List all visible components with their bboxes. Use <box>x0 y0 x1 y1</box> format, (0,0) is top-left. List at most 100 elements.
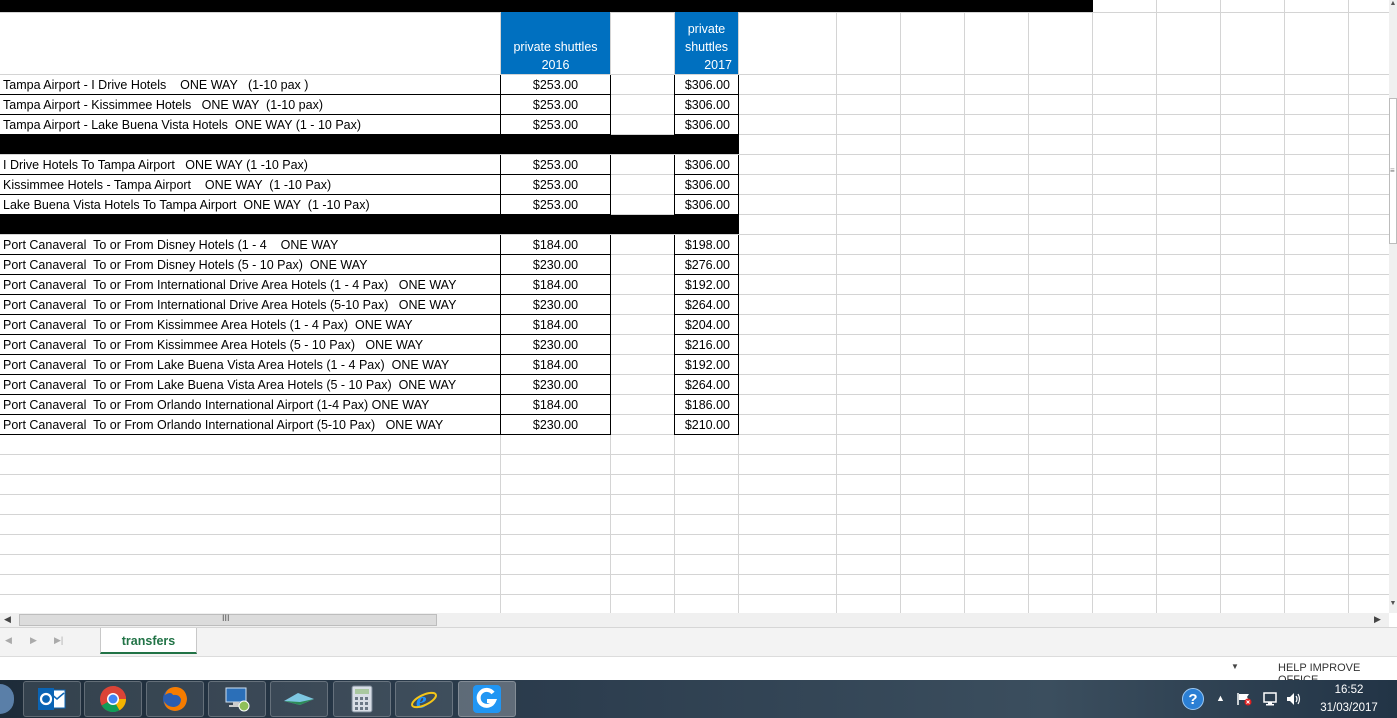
price-2017-cell[interactable]: $264.00 <box>674 295 739 315</box>
scroll-left-arrow-icon[interactable]: ◀ <box>4 614 11 625</box>
outlook-icon <box>38 688 66 710</box>
table-row: Port Canaveral To or From Orlando Intern… <box>0 395 739 415</box>
route-cell[interactable]: Tampa Airport - I Drive Hotels ONE WAY (… <box>0 75 503 95</box>
price-2016-cell[interactable]: $184.00 <box>500 395 611 415</box>
route-cell[interactable]: Port Canaveral To or From Lake Buena Vis… <box>0 355 503 375</box>
price-2017-value: $192.00 <box>684 358 730 372</box>
next-sheet-arrow-icon[interactable]: ▶ <box>30 635 37 646</box>
price-2017-cell[interactable]: $192.00 <box>674 355 739 375</box>
network-pc-icon <box>225 687 250 712</box>
table-row: Tampa Airport - Lake Buena Vista Hotels … <box>0 115 739 135</box>
route-cell[interactable]: I Drive Hotels To Tampa Airport ONE WAY … <box>0 155 503 175</box>
row-gridline <box>0 594 1389 595</box>
route-cell[interactable]: Port Canaveral To or From International … <box>0 275 503 295</box>
col-gridline <box>1348 0 1349 613</box>
route-cell[interactable]: Port Canaveral To or From Orlando Intern… <box>0 395 503 415</box>
price-2017-cell[interactable]: $264.00 <box>674 375 739 395</box>
taskbar-g-app[interactable] <box>458 681 516 717</box>
price-2016-cell[interactable]: $253.00 <box>500 175 611 195</box>
price-2017-cell[interactable]: $204.00 <box>674 315 739 335</box>
g-app-icon <box>473 685 501 713</box>
price-2016-cell[interactable]: $253.00 <box>500 95 611 115</box>
route-cell[interactable]: Port Canaveral To or From Kissimmee Area… <box>0 315 503 335</box>
scroll-right-arrow-icon[interactable]: ▶ <box>1374 614 1381 625</box>
route-cell[interactable]: Port Canaveral To or From Disney Hotels … <box>0 235 503 255</box>
first-sheet-arrow-icon[interactable]: ◀ <box>5 635 12 646</box>
table-row: Lake Buena Vista Hotels To Tampa Airport… <box>0 195 739 215</box>
route-cell[interactable]: Tampa Airport - Lake Buena Vista Hotels … <box>0 115 503 135</box>
price-2016-cell[interactable]: $253.00 <box>500 75 611 95</box>
header-2017-line-1: private <box>687 22 726 36</box>
price-2017-value: $216.00 <box>684 338 730 352</box>
scroll-down-arrow-icon[interactable]: ▼ <box>1389 600 1397 610</box>
price-2017-cell[interactable]: $210.00 <box>674 415 739 435</box>
price-2016-cell[interactable]: $253.00 <box>500 195 611 215</box>
route-cell[interactable]: Port Canaveral To or From Disney Hotels … <box>0 255 503 275</box>
header-2016-line-2: 2016 <box>541 58 570 72</box>
scroll-up-arrow-icon[interactable]: ▲ <box>1389 0 1397 10</box>
status-dropdown-icon[interactable]: ▼ <box>1231 662 1239 671</box>
price-2017-cell[interactable]: $186.00 <box>674 395 739 415</box>
price-2016-cell[interactable]: $230.00 <box>500 375 611 395</box>
route-cell[interactable]: Lake Buena Vista Hotels To Tampa Airport… <box>0 195 503 215</box>
route-cell[interactable]: Port Canaveral To or From Lake Buena Vis… <box>0 375 503 395</box>
price-2017-cell[interactable]: $198.00 <box>674 235 739 255</box>
action-center-flag-icon[interactable] <box>1236 692 1252 706</box>
taskbar-network-computer[interactable] <box>208 681 266 717</box>
route-cell[interactable]: Port Canaveral To or From Kissimmee Area… <box>0 335 503 355</box>
help-question-icon[interactable]: ? <box>1182 688 1204 710</box>
header-private-shuttles-2016[interactable]: private shuttles 2016 <box>501 12 610 74</box>
taskbar-outlook[interactable] <box>23 681 81 717</box>
taskbar-firefox[interactable] <box>146 681 204 717</box>
price-2016-cell[interactable]: $253.00 <box>500 115 611 135</box>
price-2017-cell[interactable]: $306.00 <box>674 195 739 215</box>
price-2016-cell[interactable]: $230.00 <box>500 255 611 275</box>
price-2017-cell[interactable]: $216.00 <box>674 335 739 355</box>
price-2017-cell[interactable]: $276.00 <box>674 255 739 275</box>
table-row: Port Canaveral To or From Kissimmee Area… <box>0 315 739 335</box>
route-cell[interactable]: Kissimmee Hotels - Tampa Airport ONE WAY… <box>0 175 503 195</box>
price-2016-cell[interactable]: $230.00 <box>500 295 611 315</box>
taskbar-internet-explorer[interactable]: e <box>395 681 453 717</box>
route-cell[interactable]: Port Canaveral To or From International … <box>0 295 503 315</box>
header-2016-line-1: private shuttles <box>513 40 598 54</box>
price-2017-cell[interactable]: $306.00 <box>674 95 739 115</box>
last-sheet-arrow-icon[interactable]: ▶| <box>54 635 63 646</box>
route-cell[interactable]: Tampa Airport - Kissimmee Hotels ONE WAY… <box>0 95 503 115</box>
black-header-bar <box>0 0 1093 12</box>
price-2016-cell[interactable]: $184.00 <box>500 275 611 295</box>
price-2017-cell[interactable]: $306.00 <box>674 155 739 175</box>
price-2016-cell[interactable]: $230.00 <box>500 335 611 355</box>
price-2017-cell[interactable]: $306.00 <box>674 115 739 135</box>
price-2017-cell[interactable]: $306.00 <box>674 75 739 95</box>
price-2017-value: $192.00 <box>684 278 730 292</box>
price-2016-cell[interactable]: $184.00 <box>500 315 611 335</box>
price-2016-cell[interactable]: $184.00 <box>500 235 611 255</box>
price-2016-cell[interactable]: $184.00 <box>500 355 611 375</box>
price-2016-cell[interactable]: $230.00 <box>500 415 611 435</box>
volume-icon[interactable] <box>1286 691 1302 707</box>
network-status-icon[interactable] <box>1262 692 1278 706</box>
taskbar-onedrive[interactable] <box>270 681 328 717</box>
worksheet-grid[interactable]: private shuttles 2016 private shuttles 2… <box>0 0 1389 613</box>
clock-date[interactable]: 31/03/2017 <box>1312 702 1386 714</box>
price-2017-cell[interactable]: $306.00 <box>674 175 739 195</box>
route-cell[interactable]: Port Canaveral To or From Orlando Intern… <box>0 415 503 435</box>
table-row: Port Canaveral To or From Disney Hotels … <box>0 255 739 275</box>
internet-explorer-icon: e <box>411 688 437 713</box>
price-2017-value: $306.00 <box>684 158 730 172</box>
show-hidden-icons-arrow-icon[interactable]: ▲ <box>1216 693 1225 703</box>
vertical-scrollbar[interactable] <box>1389 0 1397 613</box>
taskbar-chrome[interactable] <box>84 681 142 717</box>
row-gridline <box>0 534 1389 535</box>
taskbar-calculator[interactable] <box>333 681 391 717</box>
calculator-icon <box>351 685 373 713</box>
price-2016-cell[interactable]: $253.00 <box>500 155 611 175</box>
table-row: Port Canaveral To or From International … <box>0 275 739 295</box>
price-2017-value: $186.00 <box>684 398 730 412</box>
clock-time[interactable]: 16:52 <box>1322 684 1376 696</box>
price-2017-cell[interactable]: $192.00 <box>674 275 739 295</box>
table-row: Port Canaveral To or From Lake Buena Vis… <box>0 355 739 375</box>
header-private-shuttles-2017[interactable]: private shuttles 2017 <box>675 12 738 74</box>
sheet-tab-transfers[interactable]: transfers <box>100 628 197 654</box>
